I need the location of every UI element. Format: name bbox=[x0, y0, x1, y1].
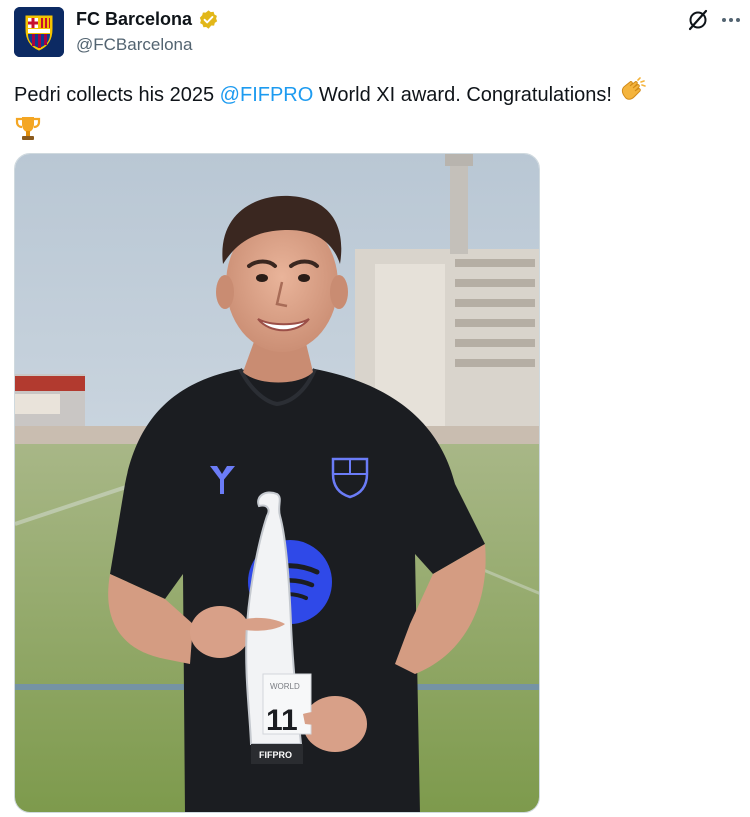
trophy-icon bbox=[14, 114, 42, 151]
more-options-icon[interactable] bbox=[718, 8, 744, 32]
tweet-text: Pedri collects his 2025 @FIFPRO World XI… bbox=[14, 77, 729, 151]
verified-badge-icon bbox=[199, 10, 218, 29]
handle[interactable]: @FCBarcelona bbox=[76, 35, 192, 55]
trophy-brand: FIFPRO bbox=[259, 750, 292, 760]
clapping-hands-icon bbox=[618, 77, 646, 114]
mention-link[interactable]: @FIFPRO bbox=[220, 84, 314, 106]
trophy-number: 11 bbox=[266, 704, 298, 737]
tweet-photo[interactable]: WORLD 11 FIFPRO bbox=[14, 153, 540, 813]
tweet-text-end: World XI award. Congratulations! bbox=[313, 84, 612, 106]
author-name-row[interactable]: FC Barcelona bbox=[76, 9, 219, 30]
club-crest-icon bbox=[14, 7, 64, 57]
avatar[interactable] bbox=[14, 7, 64, 57]
trophy-label-top: WORLD bbox=[270, 682, 300, 691]
grok-icon[interactable] bbox=[686, 8, 710, 32]
tweet-text-start: Pedri collects his 2025 bbox=[14, 84, 220, 106]
display-name[interactable]: FC Barcelona bbox=[76, 9, 192, 30]
